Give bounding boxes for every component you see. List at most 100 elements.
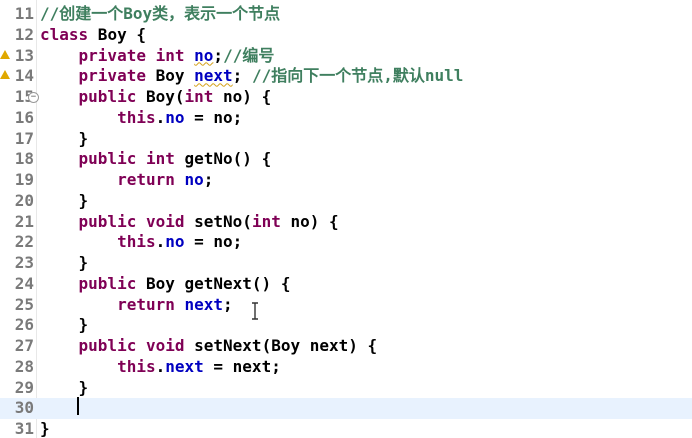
code-line[interactable]: 22 this.no = no; <box>0 232 692 253</box>
code-token: } <box>40 128 89 148</box>
code-line[interactable]: 19 return no; <box>0 170 692 191</box>
code-line[interactable]: 12 class Boy { <box>0 25 692 46</box>
code-token: void <box>145 336 185 355</box>
code-line[interactable]: 24 public Boy getNext() { <box>0 274 692 295</box>
code-line[interactable]: 11 //创建一个Boy类，表示一个节点 <box>0 4 692 25</box>
line-number: 25 <box>14 294 34 314</box>
code-text[interactable]: this.next = next; <box>40 357 281 378</box>
code-token: Boy( <box>136 87 185 106</box>
code-line[interactable]: 17 } <box>0 129 692 150</box>
code-text[interactable]: } <box>40 128 89 150</box>
code-text[interactable]: } <box>40 253 89 274</box>
code-line[interactable]: 29 } <box>0 378 692 399</box>
code-token: public <box>78 211 137 231</box>
line-number: 22 <box>14 232 34 252</box>
code-editor[interactable]: 11//创建一个Boy类，表示一个节点 12 class Boy {13 priva… <box>0 0 692 438</box>
code-token: this <box>117 232 156 252</box>
code-text[interactable]: } <box>40 315 89 336</box>
line-number: 29 <box>14 377 34 397</box>
code-line[interactable]: 26 } <box>0 315 692 336</box>
line-number: 28 <box>14 356 34 376</box>
code-token: private <box>78 66 146 86</box>
code-line[interactable]: 15− public Boy(int no) { <box>0 87 692 108</box>
code-line[interactable]: 21 public void setNo(int no) { <box>0 212 692 233</box>
line-number: 17 <box>14 128 34 148</box>
line-number: 27 <box>14 336 34 355</box>
code-token: next <box>194 66 233 86</box>
code-text[interactable]: this.no = no; <box>40 108 242 129</box>
code-line[interactable]: 25 return next; <box>0 295 692 316</box>
code-token: no <box>165 232 185 252</box>
code-text[interactable]: public int getNo() { <box>40 149 272 170</box>
code-text[interactable]: } <box>40 419 50 438</box>
code-line[interactable]: 31} <box>0 419 692 438</box>
code-token: int <box>145 149 175 169</box>
code-token: //编号 <box>223 45 275 65</box>
code-line[interactable]: 23 } <box>0 253 692 274</box>
code-token: } <box>40 190 89 210</box>
code-token: private <box>78 45 146 65</box>
line-number: 14 <box>14 66 34 86</box>
code-token: no <box>184 170 204 189</box>
code-text[interactable]: //创建一个Boy类，表示一个节点 <box>40 4 280 25</box>
code-line[interactable]: 14 private Boy next; //指向下一个节点,默认null <box>0 66 692 87</box>
code-text[interactable]: this.no = no; <box>40 232 242 253</box>
code-line[interactable]: 20 } <box>0 191 692 212</box>
code-token: return <box>117 294 175 314</box>
code-token: int <box>155 45 185 65</box>
code-text[interactable]: } <box>40 377 89 399</box>
code-token: void <box>145 211 185 231</box>
code-text[interactable]: public void setNo(int no) { <box>40 212 339 233</box>
code-token: ; <box>232 66 252 86</box>
code-text[interactable]: public void setNext(Boy next) { <box>40 336 378 357</box>
line-number: 13 <box>14 45 34 65</box>
code-text[interactable]: } <box>40 190 89 212</box>
code-text[interactable]: public Boy(int no) { <box>40 87 272 108</box>
code-token: getNo() { <box>174 149 272 169</box>
code-token: public <box>78 336 137 355</box>
code-text[interactable]: private Boy next; //指向下一个节点,默认null <box>40 66 464 87</box>
text-caret <box>77 397 79 415</box>
line-number: 18 <box>14 149 34 169</box>
code-text[interactable]: class Boy { <box>40 25 146 46</box>
code-token: this <box>117 107 156 127</box>
code-token: //创建一个Boy类，表示一个节点 <box>40 4 281 23</box>
code-token: = no; <box>184 107 243 127</box>
line-number: 31 <box>14 419 34 438</box>
line-number: 21 <box>14 211 34 231</box>
code-token: next <box>184 294 224 314</box>
code-token: no) { <box>213 87 272 106</box>
code-line[interactable]: 27 public void setNext(Boy next) { <box>0 336 692 357</box>
line-number: 20 <box>14 190 34 210</box>
code-token: } <box>40 377 89 397</box>
code-line[interactable]: 18 public int getNo() { <box>0 149 692 170</box>
current-code-line[interactable]: 30 <box>0 398 692 419</box>
code-token: ; <box>203 170 214 189</box>
code-line[interactable]: 16 this.no = no; <box>0 108 692 129</box>
code-text[interactable]: private int no;//编号 <box>40 45 275 67</box>
code-token: . <box>155 232 166 252</box>
code-text[interactable]: return next; <box>40 295 233 316</box>
fold-toggle-icon[interactable]: − <box>28 92 39 103</box>
line-number: 12 <box>14 24 34 44</box>
code-text[interactable]: public Boy getNext() { <box>40 274 291 295</box>
code-line[interactable]: 28 this.next = next; <box>0 357 692 378</box>
line-number: 16 <box>14 107 34 127</box>
code-line[interactable]: 13 private int no;//编号 <box>0 46 692 67</box>
code-text[interactable]: return no; <box>40 170 213 191</box>
line-number: 19 <box>14 170 34 189</box>
code-text[interactable] <box>40 398 79 419</box>
